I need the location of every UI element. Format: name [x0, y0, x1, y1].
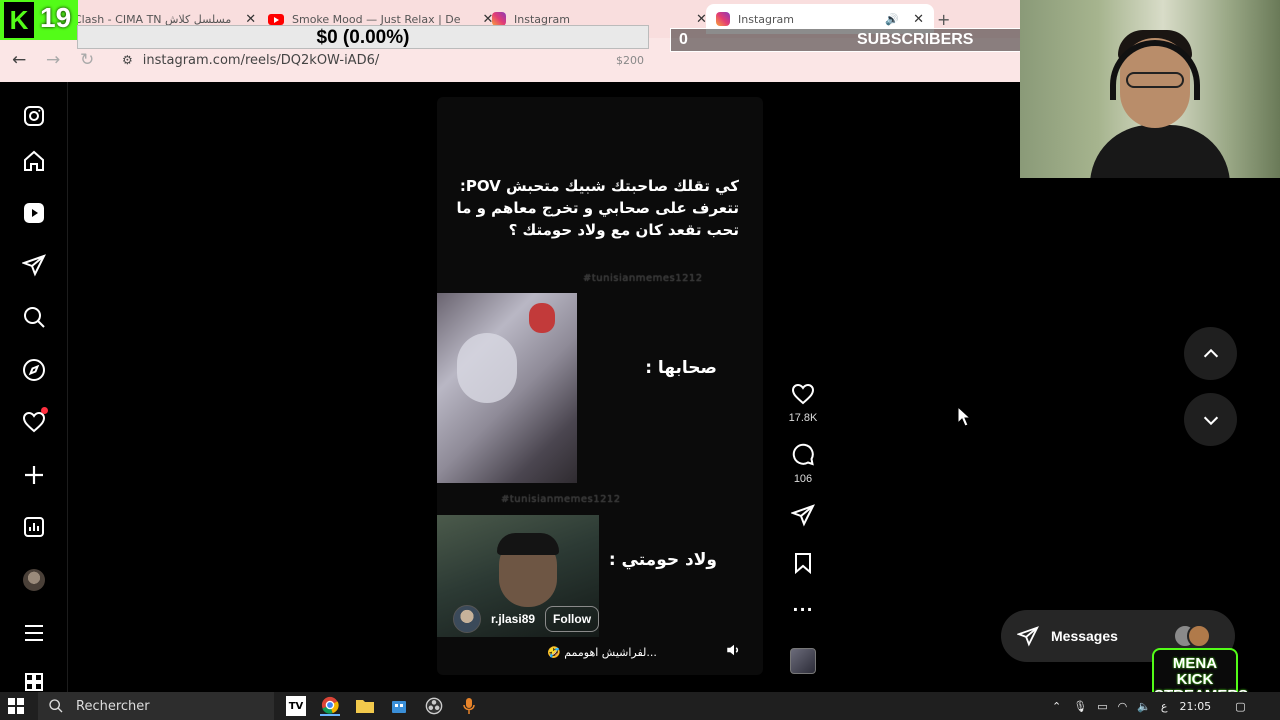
battery-icon[interactable]: ▭ — [1097, 700, 1107, 713]
menu-icon[interactable] — [21, 620, 47, 646]
audio-track-thumbnail[interactable] — [790, 648, 816, 674]
previous-reel-button[interactable] — [1184, 327, 1237, 380]
chevron-up-icon — [1203, 348, 1218, 357]
reel-author: r.jlasi89 Follow — [453, 605, 600, 633]
comment-icon[interactable] — [791, 443, 815, 467]
tab-title: Smoke Mood — Just Relax | De — [292, 12, 461, 26]
messages-label: Messages — [1051, 628, 1118, 644]
instagram-sidebar — [0, 82, 68, 692]
kick-logo-icon: K — [4, 2, 34, 38]
create-plus-icon[interactable] — [21, 462, 47, 488]
save-action[interactable] — [786, 551, 820, 579]
profile-avatar[interactable] — [21, 567, 47, 593]
subs-label: SUBSCRIBERS — [857, 31, 974, 48]
heart-notifications-icon[interactable] — [21, 407, 48, 435]
microphone-icon[interactable]: 🎙 — [1073, 700, 1087, 713]
reel-label-neighborhood: ولاد حومتي : — [608, 550, 717, 570]
chrome-icon[interactable] — [320, 696, 340, 716]
wifi-icon[interactable]: ◠ — [1118, 700, 1128, 713]
speaker-icon[interactable] — [725, 641, 743, 659]
next-reel-button[interactable] — [1184, 393, 1237, 446]
chevron-up-icon[interactable]: ⌃ — [1052, 700, 1061, 713]
store-icon[interactable] — [389, 696, 409, 716]
explore-compass-icon[interactable] — [21, 357, 47, 383]
tab-title: Instagram — [738, 12, 794, 26]
share-send-icon[interactable] — [790, 503, 815, 527]
kick-count: 19 — [40, 2, 72, 33]
clock[interactable]: 21:05 — [1179, 700, 1211, 713]
bookmark-icon[interactable] — [791, 551, 815, 575]
search-icon[interactable] — [21, 304, 47, 330]
tab-title: Instagram — [514, 12, 570, 26]
direct-send-icon[interactable] — [21, 252, 47, 278]
subs-current: 0 — [679, 31, 688, 48]
reload-icon[interactable]: ↻ — [80, 50, 94, 70]
instagram-logo-icon[interactable] — [21, 103, 47, 129]
taskbar-search-placeholder: Rechercher — [76, 698, 150, 714]
reel-caption[interactable]: 🤣 لفراشيش اهوممم... — [547, 646, 657, 659]
reel-watermark: #tunisianmemes1212 — [501, 494, 621, 505]
dashboard-icon[interactable] — [21, 514, 47, 540]
streamer-webcam — [1020, 0, 1280, 178]
reel-watermark: #tunisianmemes1212 — [583, 273, 703, 284]
file-explorer-icon[interactable] — [355, 696, 375, 716]
heart-icon[interactable] — [791, 382, 815, 406]
taskbar-search[interactable]: Rechercher — [38, 692, 274, 720]
address-bar[interactable]: ⚙ instagram.com/reels/DQ2kOW-iAD6/ — [110, 46, 650, 74]
new-tab-button[interactable]: + — [937, 8, 950, 30]
comment-count: 106 — [793, 473, 813, 485]
direct-send-icon — [1017, 626, 1039, 647]
reel-photo-friends — [437, 293, 577, 483]
more-options-icon[interactable]: ··· — [786, 600, 820, 619]
mouse-cursor-icon — [957, 406, 971, 427]
forward-arrow-icon[interactable]: → — [46, 50, 60, 70]
tab-title: Clash - CIMA TN مسلسل كلاش — [74, 12, 232, 26]
reel-pov-text: كي تقلك صاحبتك شبيك متحبش POV: تتعرف على… — [456, 177, 739, 239]
reel-label-friends: صحابها : — [645, 358, 717, 378]
share-action[interactable] — [786, 503, 820, 531]
donation-goal-target: $200 — [616, 54, 644, 67]
reel-video[interactable]: كي تقلك صاحبتك شبيك متحبش POV: تتعرف على… — [437, 97, 763, 675]
windows-taskbar: Rechercher TV ⌃ 🎙 ▭ ◠ 🔈 ع 21:05 ▢ — [0, 692, 1280, 720]
notifications-icon[interactable]: ▢ — [1235, 700, 1245, 713]
notification-dot — [41, 407, 48, 414]
audio-playing-icon[interactable]: 🔊 — [885, 13, 899, 26]
chevron-down-icon — [1203, 416, 1218, 425]
tradingview-icon[interactable]: TV — [286, 696, 306, 716]
volume-icon[interactable]: 🔈 — [1137, 700, 1151, 713]
comment-action[interactable]: 106 — [786, 443, 820, 485]
site-settings-icon[interactable]: ⚙ — [122, 53, 133, 67]
home-icon[interactable] — [21, 148, 47, 174]
like-count: 17.8K — [788, 412, 818, 424]
windows-start-icon[interactable] — [8, 698, 24, 714]
instagram-icon — [716, 12, 730, 26]
youtube-icon — [268, 13, 284, 25]
reels-icon[interactable] — [21, 200, 47, 226]
donation-goal-bar: $0 (0.00%) — [77, 25, 649, 49]
microphone-app-icon[interactable] — [459, 696, 479, 716]
tab-close-icon[interactable]: ✕ — [913, 12, 924, 27]
obs-icon[interactable] — [424, 696, 444, 716]
donation-amount: $0 (0.00%) — [316, 27, 410, 48]
search-icon — [49, 699, 63, 713]
back-arrow-icon[interactable]: ← — [12, 50, 26, 70]
language-indicator[interactable]: ع — [1161, 700, 1168, 713]
author-avatar[interactable] — [453, 605, 481, 633]
kick-viewer-badge: K 19 — [0, 0, 78, 40]
author-username[interactable]: r.jlasi89 — [491, 612, 535, 626]
system-tray: ⌃ 🎙 ▭ ◠ 🔈 ع 21:05 ▢ — [1052, 692, 1246, 720]
message-avatars — [1173, 624, 1213, 648]
more-apps-icon[interactable] — [21, 672, 47, 692]
instagram-icon — [492, 12, 506, 26]
like-action[interactable]: 17.8K — [786, 382, 820, 424]
url-text: instagram.com/reels/DQ2kOW-iAD6/ — [142, 52, 380, 68]
follow-button[interactable]: Follow — [545, 606, 600, 632]
